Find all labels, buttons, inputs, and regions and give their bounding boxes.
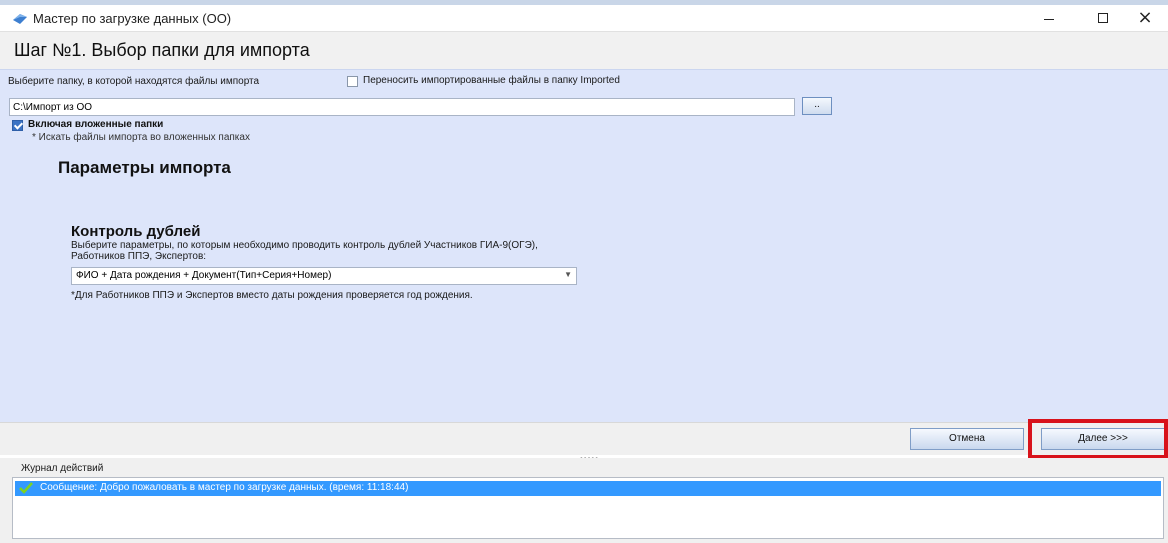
chevron-down-icon[interactable]: ▼: [564, 270, 572, 279]
folder-path-input[interactable]: [9, 98, 795, 116]
action-log-section: Журнал действий Сообщение: Добро пожалов…: [0, 458, 1168, 543]
include-subfolders-checkbox[interactable]: [12, 120, 23, 131]
minimize-icon: [1044, 18, 1054, 20]
duplicates-title: Контроль дублей: [71, 223, 201, 240]
close-icon: ×: [1137, 7, 1153, 28]
include-subfolders-label[interactable]: Включая вложенные папки: [28, 119, 163, 130]
close-button[interactable]: ×: [1122, 5, 1168, 31]
move-imported-checkbox[interactable]: [347, 76, 358, 87]
wizard-content: Выберите папку, в которой находятся файл…: [0, 69, 1168, 422]
minimize-button[interactable]: [1026, 5, 1072, 31]
app-icon: [13, 14, 27, 24]
next-button-highlight: [1028, 419, 1168, 459]
action-log-label: Журнал действий: [21, 463, 104, 474]
include-subfolders-hint: * Искать файлы импорта во вложенных папк…: [32, 132, 250, 143]
step-title: Шаг №1. Выбор папки для импорта: [14, 40, 310, 60]
browse-button[interactable]: ..: [802, 97, 832, 115]
duplicates-select[interactable]: ФИО + Дата рождения + Документ(Тип+Серия…: [71, 267, 577, 285]
duplicates-description: Выберите параметры, по которым необходим…: [71, 240, 538, 262]
window-title: Мастер по загрузке данных (ОО): [33, 11, 232, 26]
cancel-button[interactable]: Отмена: [910, 428, 1024, 450]
checkmark-icon: [19, 482, 33, 494]
title-bar: Мастер по загрузке данных (ОО) ×: [0, 5, 1168, 31]
import-params-title: Параметры импорта: [58, 158, 231, 177]
list-item[interactable]: Сообщение: Добро пожаловать в мастер по …: [15, 481, 1161, 496]
folder-label: Выберите папку, в которой находятся файл…: [8, 76, 260, 87]
button-bar: Отмена Далее >>>: [0, 422, 1168, 455]
duplicates-note: *Для Работников ППЭ и Экспертов вместо д…: [71, 290, 473, 301]
maximize-icon: [1098, 13, 1108, 23]
duplicates-selected-value: ФИО + Дата рождения + Документ(Тип+Серия…: [76, 270, 332, 281]
maximize-button[interactable]: [1080, 5, 1126, 31]
step-header: Шаг №1. Выбор папки для импорта: [0, 31, 1168, 69]
log-entry-text: Сообщение: Добро пожаловать в мастер по …: [40, 482, 409, 493]
action-log-list[interactable]: Сообщение: Добро пожаловать в мастер по …: [12, 477, 1164, 539]
move-imported-label[interactable]: Переносить импортированные файлы в папку…: [363, 75, 620, 86]
